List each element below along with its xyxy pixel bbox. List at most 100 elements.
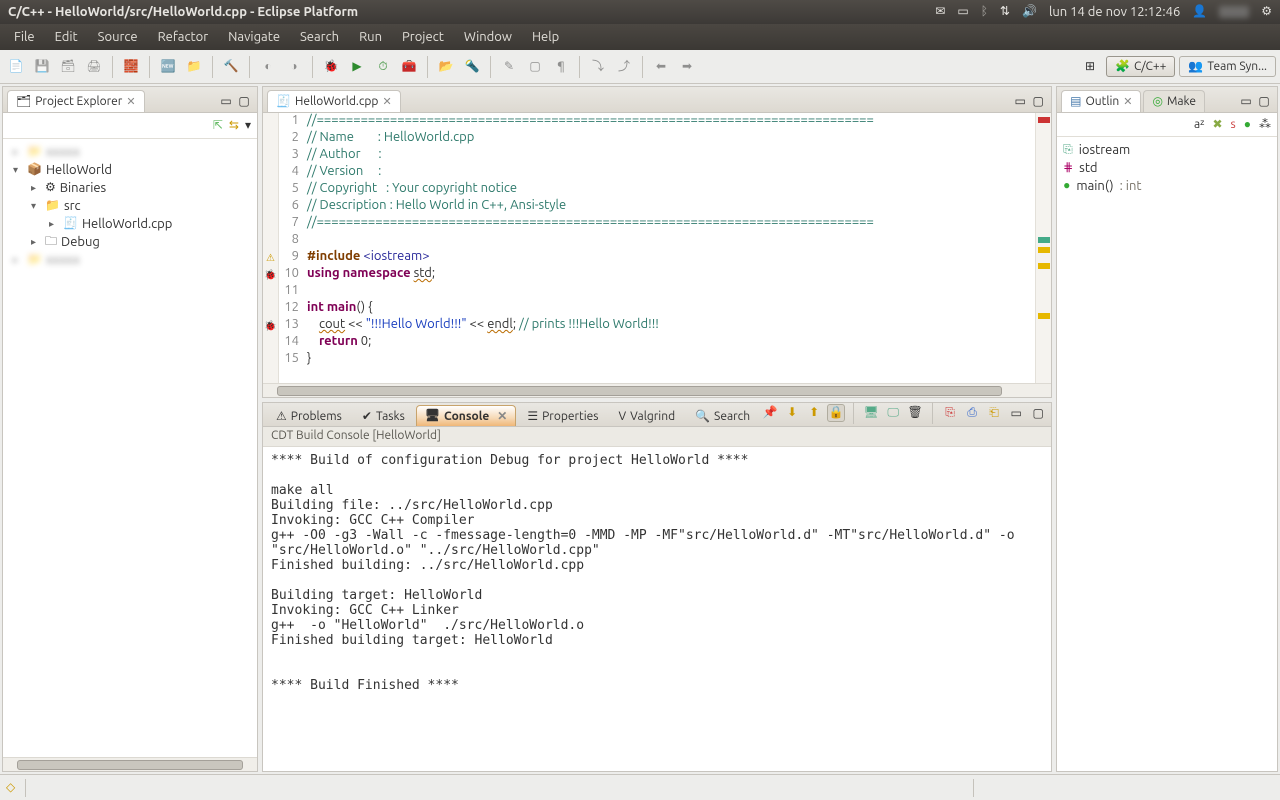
menu-refactor[interactable]: Refactor — [150, 27, 217, 47]
open-perspective-button[interactable]: ⊞ — [1078, 55, 1102, 79]
clear-console-button[interactable]: 🗑 — [906, 404, 924, 422]
expander-icon[interactable]: ▸ — [49, 218, 59, 230]
open-type-button[interactable]: ◐ — [256, 55, 280, 79]
expander-icon[interactable]: ▾ — [31, 200, 41, 212]
warning-icon[interactable]: ⚠ — [266, 253, 275, 263]
copy-log-button[interactable]: ⎗ — [985, 404, 1003, 422]
filter-icon[interactable]: ⁂ — [1259, 119, 1271, 131]
bluetooth-icon[interactable]: ᛒ — [981, 6, 988, 18]
tab-properties[interactable]: ☰Properties — [518, 406, 607, 426]
menu-search[interactable]: Search — [292, 27, 347, 47]
maximize-view-button[interactable]: ▢ — [237, 94, 251, 108]
tab-search[interactable]: 🔍Search — [686, 406, 759, 426]
run-button[interactable]: ▶ — [345, 55, 369, 79]
new-folder-button[interactable]: 📁 — [182, 55, 206, 79]
project-tree[interactable]: ▸📁xxxxx ▾📦HelloWorld▸⚙Binaries▾📁src▸🧾Hell… — [3, 139, 257, 757]
tab-valgrind[interactable]: VValgrind — [610, 406, 685, 426]
user-icon[interactable]: 👤 — [1192, 6, 1207, 18]
forward-button[interactable]: ➡ — [675, 55, 699, 79]
tree-item[interactable]: ▾📁src — [9, 197, 253, 215]
menu-navigate[interactable]: Navigate — [220, 27, 288, 47]
toggle-block-button[interactable]: ▢ — [523, 55, 547, 79]
new-cpp-class-button[interactable]: 🆕 — [156, 55, 180, 79]
menu-run[interactable]: Run — [351, 27, 390, 47]
back-button[interactable]: ⬅ — [649, 55, 673, 79]
menu-help[interactable]: Help — [524, 27, 567, 47]
outline-tab[interactable]: ▤ Outlin ✕ — [1061, 90, 1141, 112]
hide-nonpublic-icon[interactable]: ● — [1244, 119, 1251, 131]
hide-fields-icon[interactable]: ✖ — [1212, 119, 1222, 131]
expander-icon[interactable]: ▸ — [31, 182, 41, 194]
code-area[interactable]: //======================================… — [303, 113, 1035, 383]
perspective-c-c-[interactable]: 🧩C/C++ — [1106, 56, 1175, 77]
battery-icon[interactable]: ▭ — [957, 6, 968, 18]
gear-icon[interactable]: ⚙ — [1261, 6, 1272, 18]
new-button[interactable]: 📄 — [4, 55, 28, 79]
horizontal-scrollbar[interactable] — [3, 757, 257, 771]
tree-item[interactable]: ▸🧾HelloWorld.cpp — [9, 215, 253, 233]
editor-horizontal-scrollbar[interactable] — [263, 383, 1051, 397]
expander-icon[interactable]: ▸ — [13, 146, 23, 158]
tab-console[interactable]: 🖥Console ✕ — [416, 405, 517, 426]
minimize-view-button[interactable]: ▭ — [219, 94, 233, 108]
print-button[interactable]: 🖨 — [82, 55, 106, 79]
show-whitespace-button[interactable]: ¶ — [549, 55, 573, 79]
insert-mode-icon[interactable]: ◇ — [6, 782, 15, 794]
volume-icon[interactable]: 🔊 — [1022, 6, 1037, 18]
close-icon[interactable]: ✕ — [126, 95, 135, 108]
editor-tab[interactable]: 🧾 HelloWorld.cpp ✕ — [267, 90, 401, 112]
close-icon[interactable]: ✕ — [497, 409, 507, 423]
console-output[interactable]: **** Build of configuration Debug for pr… — [263, 447, 1051, 771]
maximize-view-button[interactable]: ▢ — [1257, 94, 1271, 108]
expander-icon[interactable]: ▸ — [31, 236, 41, 248]
toggle-mark-button[interactable]: ✎ — [497, 55, 521, 79]
minimize-view-button[interactable]: ▭ — [1013, 94, 1027, 108]
outline-item[interactable]: ⋕std — [1063, 159, 1271, 177]
close-icon[interactable]: ✕ — [382, 95, 391, 108]
hide-static-icon[interactable]: s — [1231, 119, 1236, 131]
project-explorer-tab[interactable]: 🗂 Project Explorer ✕ — [7, 90, 145, 112]
bug-icon[interactable]: 🐞 — [264, 270, 276, 280]
link-editor-icon[interactable]: ⇆ — [229, 120, 239, 132]
build-config-button[interactable]: 🔨 — [219, 55, 243, 79]
close-icon[interactable]: ✕ — [1123, 95, 1132, 108]
sort-icon[interactable]: aᶻ — [1194, 119, 1204, 131]
open-element-button[interactable]: ◑ — [282, 55, 306, 79]
tree-item[interactable]: ▸⚙Binaries — [9, 179, 253, 197]
scroll-up-button[interactable]: ⬆ — [805, 404, 823, 422]
search-button[interactable]: 🔦 — [460, 55, 484, 79]
profile-button[interactable]: ⏱ — [371, 55, 395, 79]
next-annotation-button[interactable]: ⤵ — [586, 55, 610, 79]
prev-annotation-button[interactable]: ⤴ — [612, 55, 636, 79]
menu-project[interactable]: Project — [394, 27, 452, 47]
debug-button[interactable]: 🐞 — [319, 55, 343, 79]
pin-console-button[interactable]: 📌 — [761, 404, 779, 422]
expander-icon[interactable]: ▾ — [13, 164, 23, 176]
outline-tree[interactable]: ⎘iostream⋕std●main() : int — [1057, 137, 1277, 199]
perspective-team-syn-[interactable]: 👥Team Syn... — [1179, 56, 1276, 77]
bug-icon[interactable]: 🐞 — [264, 321, 276, 331]
view-menu-icon[interactable]: ▾ — [245, 120, 251, 132]
tree-item[interactable]: ▸🗀Debug — [9, 233, 253, 251]
show-error-button[interactable]: ⎘ — [941, 404, 959, 422]
minimize-view-button[interactable]: ▭ — [1239, 94, 1253, 108]
maximize-view-button[interactable]: ▢ — [1029, 404, 1047, 422]
outline-item[interactable]: ⎘iostream — [1063, 141, 1271, 159]
overview-ruler[interactable] — [1035, 113, 1051, 383]
save-button[interactable]: 💾 — [30, 55, 54, 79]
open-console-button[interactable]: 🖵 — [884, 404, 902, 422]
display-console-button[interactable]: 🖥 — [862, 404, 880, 422]
tree-item[interactable]: ▾📦HelloWorld — [9, 161, 253, 179]
menu-source[interactable]: Source — [90, 27, 146, 47]
tree-item[interactable]: ▸📁xxxxx — [9, 251, 253, 269]
scroll-down-button[interactable]: ⬇ — [783, 404, 801, 422]
network-icon[interactable]: ⇅ — [1000, 6, 1010, 18]
tab-problems[interactable]: ⚠Problems — [267, 406, 351, 426]
expander-icon[interactable]: ▸ — [13, 254, 23, 266]
code-editor[interactable]: ⚠ 🐞 🐞 123456789101112131415 //============… — [263, 113, 1051, 383]
external-tools-button[interactable]: 🧰 — [397, 55, 421, 79]
marker-ruler[interactable]: ⚠ 🐞 🐞 — [263, 113, 279, 383]
open-project-button[interactable]: 📂 — [434, 55, 458, 79]
show-output-button[interactable]: ⎙ — [963, 404, 981, 422]
line-number-ruler[interactable]: 123456789101112131415 — [279, 113, 303, 383]
